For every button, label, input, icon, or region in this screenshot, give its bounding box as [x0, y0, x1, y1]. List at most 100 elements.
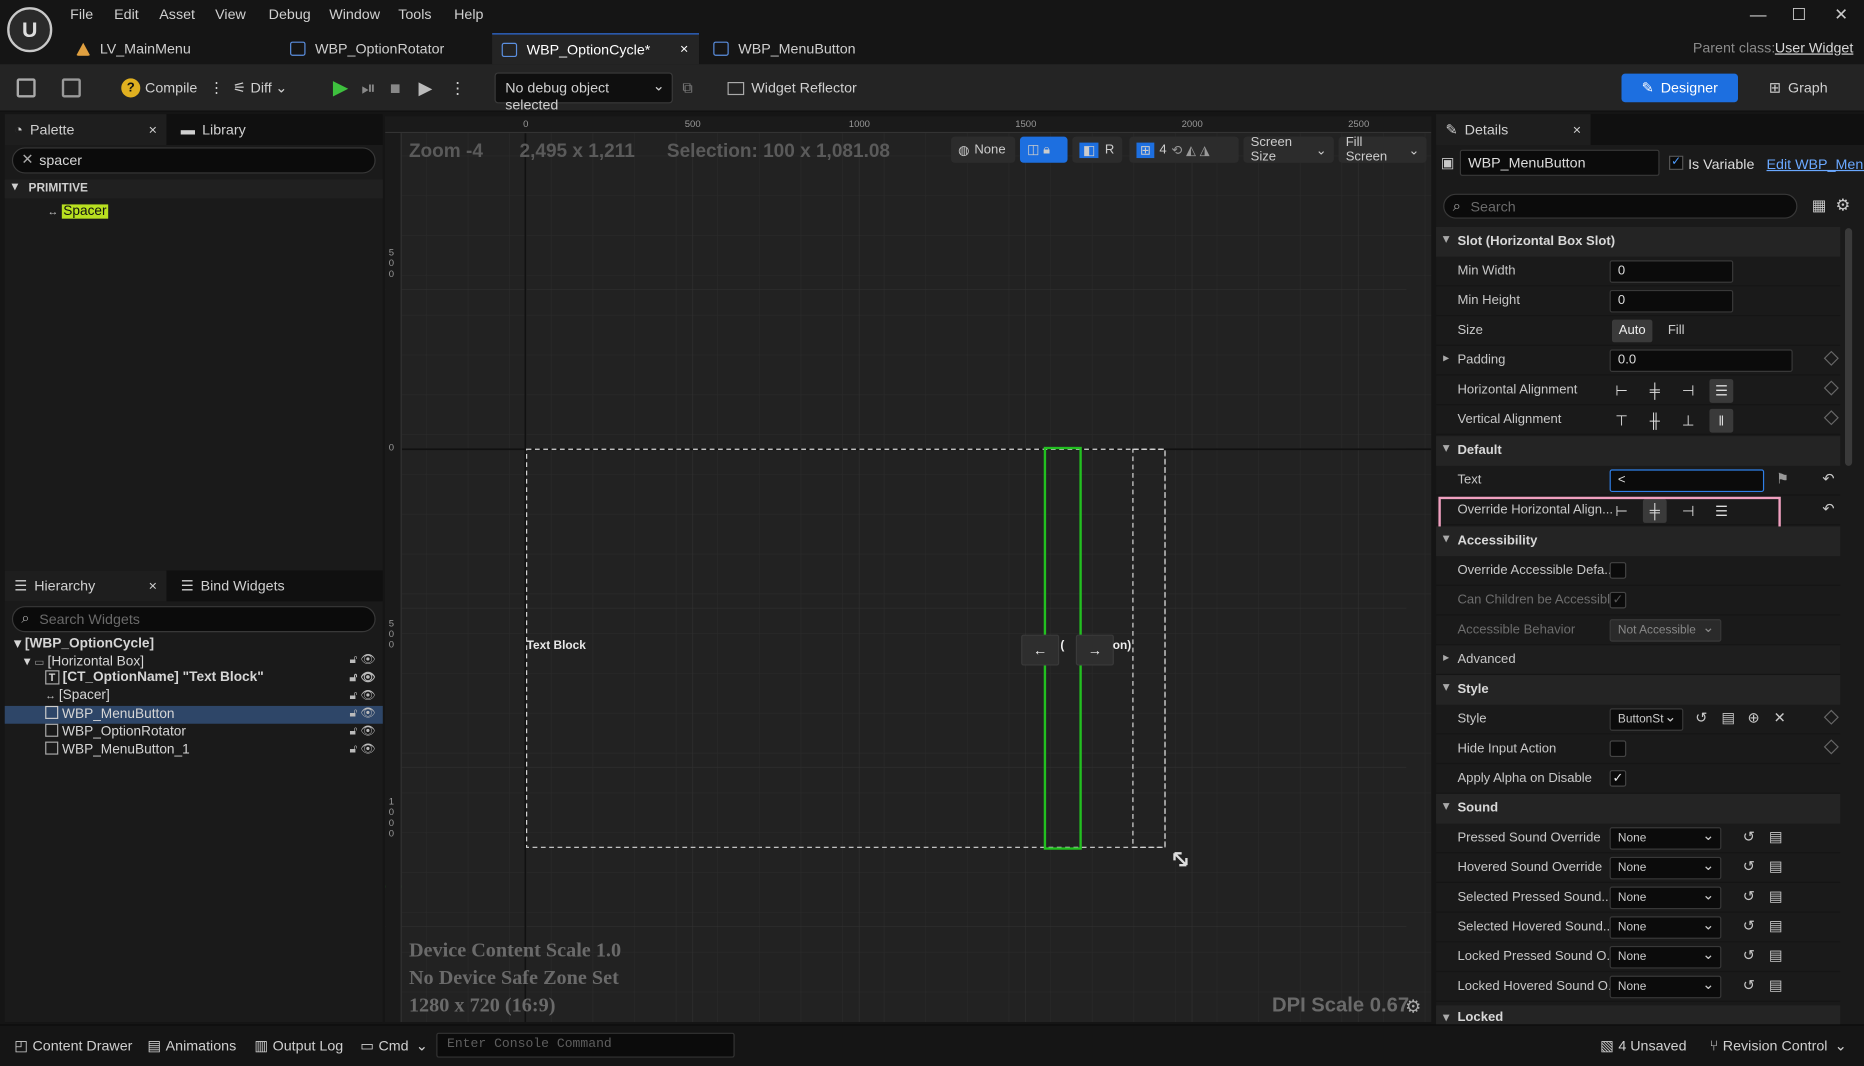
sound-dropdown[interactable]: None	[1609, 827, 1722, 850]
reset-arrow-icon[interactable]: ↶	[1822, 500, 1834, 517]
compile-button[interactable]: ? Compile ⋮	[121, 74, 224, 103]
simulate-button[interactable]: ▶	[418, 74, 432, 103]
is-variable-checkbox[interactable]: ✓	[1669, 155, 1684, 170]
tab-wbp-optionrotator[interactable]: WBP_OptionRotator	[281, 33, 483, 64]
hide-input-checkbox[interactable]	[1609, 740, 1627, 758]
palette-search-input[interactable]: ✕ spacer	[11, 147, 376, 174]
tab-bind-widgets[interactable]: ☰ Bind Widgets	[171, 570, 326, 601]
debug-filter-icon[interactable]: ⧉	[682, 74, 692, 103]
stop-button[interactable]: ■	[390, 74, 401, 103]
clear-search-icon[interactable]: ✕	[21, 151, 33, 168]
fill-screen-dropdown[interactable]: Fill Screen ⌄	[1338, 135, 1427, 164]
use-selected-icon[interactable]: ↺	[1743, 947, 1755, 964]
tree-row-spacer[interactable]: ↔ [Spacer] 🔓︎ 👁︎	[5, 688, 383, 706]
lock-eye-icons[interactable]: 🔓︎ 👁︎	[350, 743, 376, 756]
use-selected-icon[interactable]: ↺	[1743, 977, 1755, 994]
align-middle-icon[interactable]: ╫	[1643, 409, 1667, 433]
tree-row-text-block[interactable]: T [CT_OptionName] "Text Block" 🔓︎ 👁︎	[5, 670, 383, 688]
align-fill-icon[interactable]: ☰	[1709, 379, 1734, 403]
lock-eye-icons[interactable]: 🔓︎ 👁︎	[350, 671, 376, 684]
padding-input[interactable]: 0.0	[1609, 349, 1793, 372]
details-search-input[interactable]: ⌕ Search	[1443, 193, 1798, 219]
section-sound[interactable]: Sound	[1436, 793, 1841, 824]
lock-eye-icons[interactable]: 🔓︎ 👁︎	[350, 689, 376, 702]
debug-object-select[interactable]: No debug object selected ⌄	[494, 72, 673, 113]
align-center-icon[interactable]: ╪	[1643, 379, 1667, 403]
keyframe-diamond-icon[interactable]	[1823, 350, 1839, 366]
screen-size-dropdown[interactable]: Screen Size ⌄	[1243, 135, 1334, 164]
unreal-logo[interactable]: U	[7, 7, 53, 53]
use-selected-icon[interactable]: ↺	[1743, 828, 1755, 845]
tree-row-horizontal-box[interactable]: ▾ ▭ [Horizontal Box] 🔓︎ 👁︎	[5, 652, 383, 670]
snap-toggle[interactable]: ◫ 🔒︎	[1019, 136, 1068, 163]
min-height-input[interactable]: 0	[1609, 289, 1734, 313]
play-options-icon[interactable]: ⋮	[449, 74, 466, 103]
palette-item-spacer[interactable]: ↔ Spacer	[48, 204, 108, 219]
unsaved-button[interactable]: ▧ 4 Unsaved	[1600, 1037, 1686, 1054]
tab-details[interactable]: ✎ Details ×	[1436, 114, 1591, 145]
menu-help[interactable]: Help	[454, 6, 483, 23]
browse-asset-icon[interactable]: ▤	[1769, 828, 1782, 845]
menu-file[interactable]: File	[70, 6, 93, 23]
use-selected-icon[interactable]: ↺	[1743, 888, 1755, 905]
keyframe-diamond-icon[interactable]	[1823, 380, 1839, 396]
palette-category-primitive[interactable]: ▾ PRIMITIVE	[4, 179, 383, 199]
section-accessibility[interactable]: Accessibility	[1436, 526, 1841, 557]
sound-dropdown[interactable]: None	[1609, 975, 1722, 999]
output-log-button[interactable]: ▥ Output Log	[254, 1037, 343, 1054]
parent-class-link[interactable]: User Widget	[1775, 39, 1853, 56]
min-width-input[interactable]: 0	[1609, 260, 1734, 283]
menu-tools[interactable]: Tools	[398, 6, 431, 23]
section-slot[interactable]: Slot (Horizontal Box Slot)	[1436, 226, 1841, 257]
tree-row-menubutton-1[interactable]: WBP_MenuButton_1 🔓︎ 👁︎	[5, 741, 383, 760]
details-scrollbar[interactable]	[1844, 228, 1853, 466]
menu-debug[interactable]: Debug	[269, 6, 311, 23]
align-center-icon[interactable]: ╪	[1642, 499, 1667, 523]
browse-asset-icon[interactable]: ▤	[1769, 947, 1782, 964]
flag-icon[interactable]: ⚑	[1776, 471, 1789, 488]
close-icon[interactable]: ×	[680, 40, 688, 57]
hierarchy-search-input[interactable]: ⌕ Search Widgets	[11, 606, 376, 633]
designer-button[interactable]: ✎ Designer	[1621, 73, 1738, 103]
content-drawer-button[interactable]: ◰ Content Drawer	[14, 1037, 132, 1054]
sound-dropdown[interactable]: None	[1609, 916, 1722, 939]
section-style[interactable]: Style	[1436, 675, 1841, 705]
browse-asset-icon[interactable]: ▤	[1769, 888, 1782, 905]
revision-control-button[interactable]: ⑂ Revision Control ⌄	[1709, 1037, 1846, 1054]
close-window-icon[interactable]: ✕	[1834, 5, 1848, 25]
dpi-settings-gear-icon[interactable]: ⚙	[1405, 996, 1421, 1017]
lock-eye-icons[interactable]: 🔓︎ 👁︎	[350, 654, 376, 667]
lock-eye-icons[interactable]: 🔓︎ 👁︎	[350, 725, 376, 738]
more-icon[interactable]: ⋮	[209, 80, 223, 97]
cmd-dropdown[interactable]: ▭ Cmd ⌄	[360, 1037, 427, 1054]
size-auto-button[interactable]: Auto	[1611, 319, 1653, 343]
browse-button[interactable]	[61, 74, 81, 103]
close-icon[interactable]: ×	[149, 121, 157, 138]
browse-asset-icon[interactable]: ▤	[1721, 709, 1734, 726]
localization-preview-button[interactable]: ◍ None	[951, 136, 1016, 163]
browse-asset-icon[interactable]: ▤	[1769, 977, 1782, 994]
widget-reflector-button[interactable]: Widget Reflector	[727, 74, 857, 103]
tab-library[interactable]: ▬ Library	[171, 114, 314, 145]
use-selected-icon[interactable]: ↺	[1695, 709, 1707, 726]
browse-asset-icon[interactable]: ▤	[1769, 858, 1782, 875]
align-left-icon[interactable]: ⊢	[1610, 379, 1634, 403]
row-advanced[interactable]: ▸ Advanced	[1436, 645, 1841, 676]
tab-wbp-optioncycle[interactable]: WBP_OptionCycle* ×	[492, 33, 700, 65]
style-dropdown[interactable]: ButtonSt	[1609, 708, 1684, 731]
designer-viewport[interactable]: 0 500 1000 1500 2000 2500 5 0 0 0 5 0 0 …	[385, 116, 1432, 1023]
tree-row-root[interactable]: ▾ [WBP_OptionCycle]	[5, 635, 383, 653]
section-default[interactable]: Default	[1436, 436, 1841, 466]
keyframe-diamond-icon[interactable]	[1823, 410, 1839, 426]
settings-gear-icon[interactable]: ⚙	[1835, 195, 1850, 215]
left-arrow-button[interactable]: ←	[1021, 634, 1060, 666]
clear-icon[interactable]: ✕	[1774, 709, 1786, 726]
lock-eye-icons[interactable]: 🔓︎ 👁︎	[350, 707, 376, 720]
menu-asset[interactable]: Asset	[159, 6, 195, 23]
keyframe-diamond-icon[interactable]	[1823, 709, 1839, 725]
override-acc-checkbox[interactable]	[1609, 562, 1627, 579]
right-arrow-button[interactable]: →	[1075, 634, 1114, 666]
graph-button[interactable]: ⊞ Graph	[1769, 74, 1828, 103]
menu-view[interactable]: View	[215, 6, 246, 23]
size-fill-button[interactable]: Fill	[1657, 320, 1695, 343]
